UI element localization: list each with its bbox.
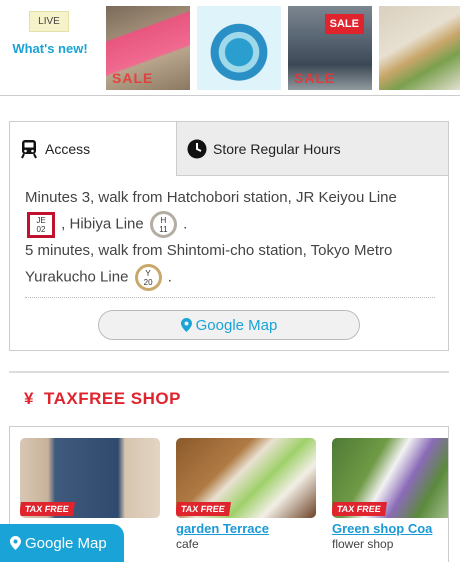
shop-name-link[interactable]: garden Terrace xyxy=(176,521,316,536)
news-thumb-blue-dress[interactable] xyxy=(197,6,281,90)
whats-new-block[interactable]: LIVE What's new! xyxy=(0,0,100,96)
hibiya-line-text: , Hibiya Line xyxy=(61,215,144,233)
shop-name-link[interactable]: Green shop Coa xyxy=(332,521,448,536)
route-hatchobori-text: Minutes 3, walk from Hatchobori station,… xyxy=(25,189,397,206)
access-directions: Minutes 3, walk from Hatchobori station,… xyxy=(25,185,435,291)
tax-free-ribbon: TAX FREE xyxy=(176,502,231,516)
news-thumb-pink-top[interactable]: SALE xyxy=(106,6,190,90)
live-badge: LIVE xyxy=(29,11,69,32)
shop-image[interactable]: TAX FREE xyxy=(20,438,160,518)
route-hatchobori: Minutes 3, walk from Hatchobori station,… xyxy=(25,185,435,238)
map-pin-icon xyxy=(180,318,192,332)
tab-store-hours-label: Store Regular Hours xyxy=(213,140,341,157)
shop-image[interactable]: TAX FREE xyxy=(176,438,316,518)
yurakucho-line-badge: Y 20 xyxy=(134,264,162,291)
map-pin-icon xyxy=(10,536,21,550)
route-end-period: . xyxy=(183,215,188,233)
sale-sign: SALE xyxy=(324,14,364,34)
shop-card-apron[interactable]: TAX FREE xyxy=(20,438,160,518)
tab-store-hours[interactable]: Store Regular Hours xyxy=(176,122,448,176)
divider xyxy=(25,297,435,298)
shop-image[interactable]: TAX FREE xyxy=(332,438,448,518)
tax-free-ribbon: TAX FREE xyxy=(20,502,75,516)
route-end-period: . xyxy=(167,268,172,286)
section-divider xyxy=(9,371,449,373)
access-tabs: Access Store Regular Hours xyxy=(10,122,448,176)
floating-google-map-button[interactable]: Google Map xyxy=(0,524,124,562)
yen-icon: ¥ xyxy=(24,389,34,408)
google-map-button[interactable]: Google Map xyxy=(98,310,360,340)
jr-keiyou-line-badge: JE 02 xyxy=(27,211,55,238)
tax-free-ribbon: TAX FREE xyxy=(332,502,387,516)
shop-card-green-shop[interactable]: TAX FREE Green shop Coa flower shop xyxy=(332,438,448,551)
sale-overlay: SALE xyxy=(294,70,336,86)
news-thumbnails: SALE SALE SALE xyxy=(106,6,460,90)
shop-category: flower shop xyxy=(332,537,394,551)
news-strip: LIVE What's new! SALE SALE SALE xyxy=(0,0,460,96)
tab-access-label: Access xyxy=(45,141,91,157)
whats-new-link[interactable]: What's new! xyxy=(0,41,100,56)
google-map-button-label: Google Map xyxy=(195,316,278,334)
floating-google-map-label: Google Map xyxy=(25,534,107,552)
sale-overlay: SALE xyxy=(112,70,154,86)
route-shintomicho-text: 5 minutes, walk from Shintomi-cho statio… xyxy=(25,242,393,286)
clock-icon xyxy=(187,139,207,159)
tab-access[interactable]: Access xyxy=(10,122,176,176)
shop-card-garden-terrace[interactable]: TAX FREE garden Terrace cafe xyxy=(176,438,316,551)
route-shintomicho: 5 minutes, walk from Shintomi-cho statio… xyxy=(25,238,435,291)
news-thumb-sale-store[interactable]: SALE SALE xyxy=(288,6,372,90)
shop-category: cafe xyxy=(176,537,199,551)
taxfree-heading: ¥ TAXFREE SHOP xyxy=(24,389,181,409)
train-icon xyxy=(19,139,39,159)
access-panel: Access Store Regular Hours Minutes 3, wa… xyxy=(9,121,449,351)
news-thumb-food-plate[interactable] xyxy=(379,6,460,90)
taxfree-heading-text: TAXFREE SHOP xyxy=(43,389,181,408)
hibiya-line-badge: H 11 xyxy=(149,211,177,238)
